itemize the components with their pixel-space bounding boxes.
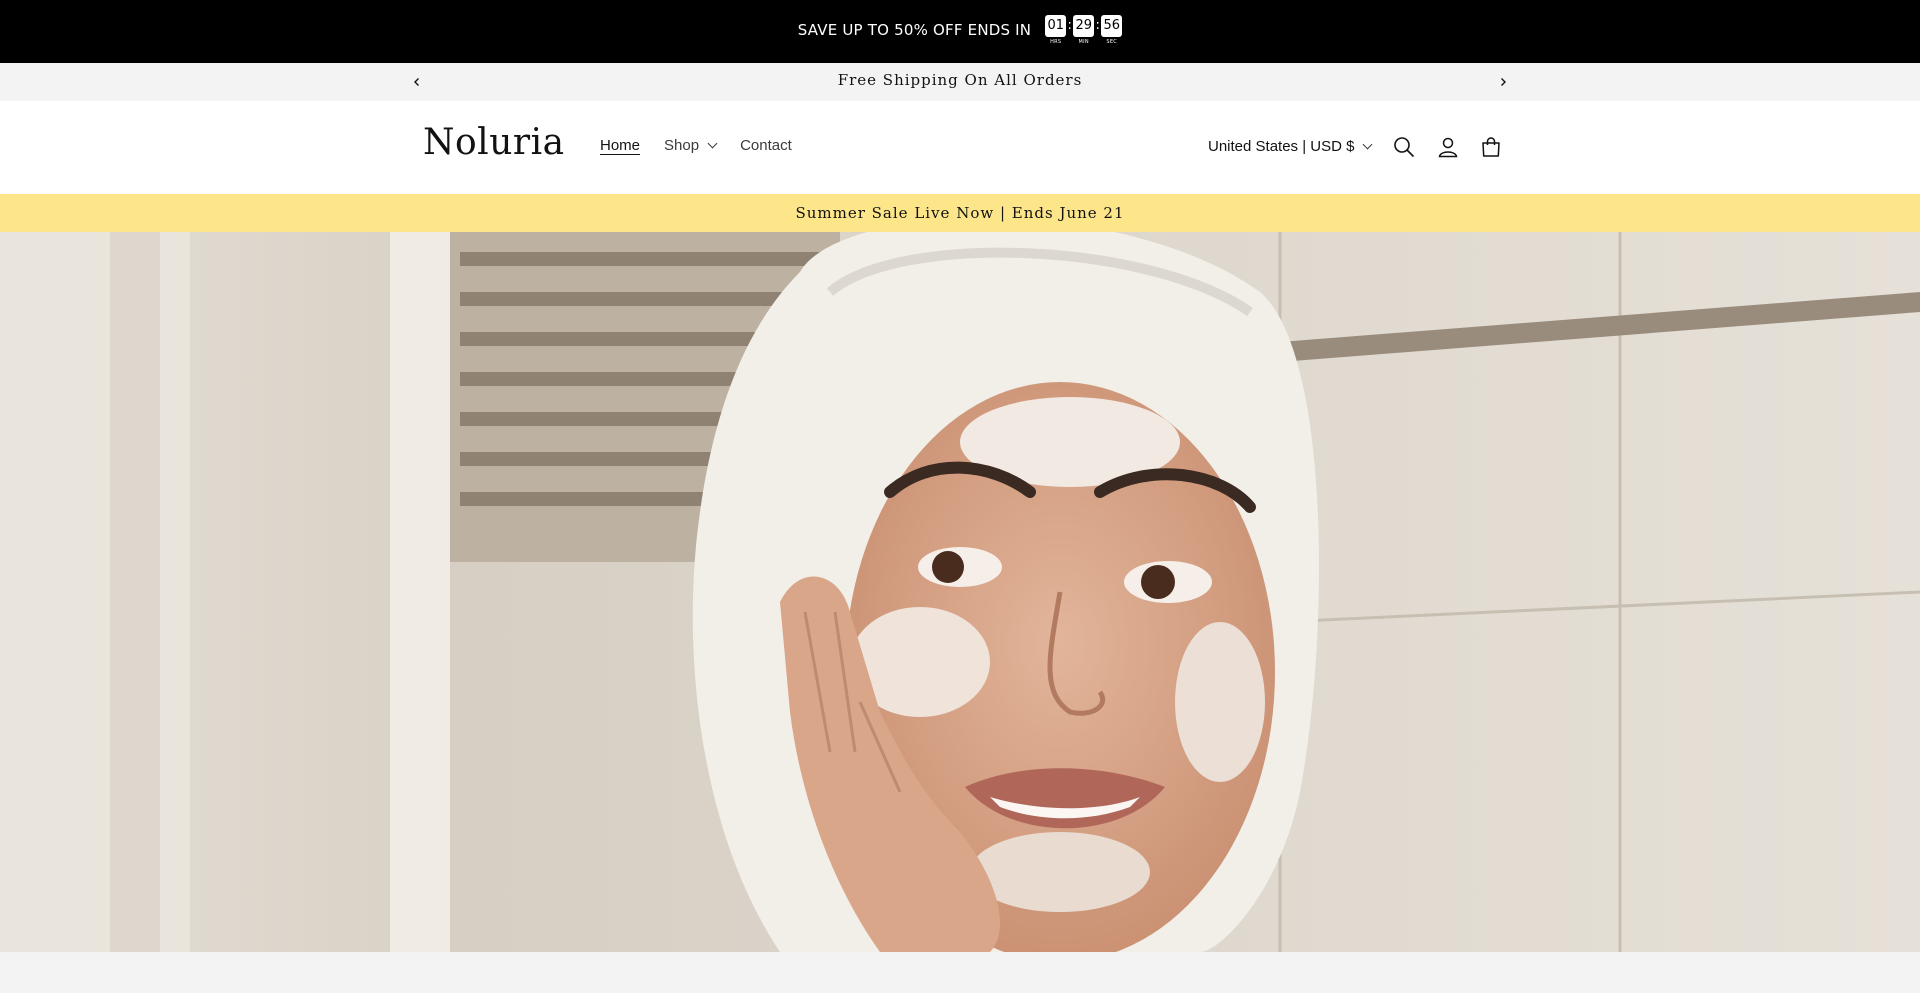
promo-text: SAVE UP TO 50% OFF ENDS IN: [797, 20, 1032, 39]
timer-minutes-value: 29: [1073, 14, 1095, 37]
search-icon[interactable]: [1388, 131, 1420, 163]
sale-banner: Summer Sale Live Now | Ends June 21: [0, 194, 1920, 232]
timer-separator: :: [1095, 17, 1100, 33]
timer-minutes-label: MIN: [1078, 38, 1089, 45]
nav-item-label: Shop: [664, 137, 700, 154]
timer-hours-label: HRS: [1050, 38, 1062, 45]
nav-item-label: Contact: [740, 137, 792, 154]
announcement-bar: Free Shipping On All Orders: [0, 63, 1920, 101]
timer-separator: :: [1067, 17, 1072, 33]
chevron-right-icon[interactable]: [1493, 72, 1513, 92]
nav-item-home[interactable]: Home: [600, 137, 640, 154]
timer-hours: 01 HRS: [1045, 14, 1067, 45]
site-header: Noluria Home Shop Contact United States …: [0, 101, 1920, 194]
nav-item-contact[interactable]: Contact: [740, 137, 792, 154]
timer-seconds-value: 56: [1101, 14, 1123, 37]
countdown-promo-bar: SAVE UP TO 50% OFF ENDS IN 01 HRS : 29 M…: [0, 0, 1920, 63]
chevron-down-icon: [707, 138, 718, 149]
timer-hours-value: 01: [1045, 14, 1067, 37]
account-icon[interactable]: [1432, 131, 1464, 163]
page-content-strip: [0, 952, 1920, 993]
announcement-text: Free Shipping On All Orders: [837, 71, 1083, 89]
chevron-down-icon: [1363, 139, 1373, 150]
sale-banner-text: Summer Sale Live Now | Ends June 21: [795, 204, 1125, 222]
nav-item-label: Home: [600, 137, 641, 154]
hero-banner-image: [0, 232, 1920, 952]
timer-seconds-label: SEC: [1106, 38, 1118, 45]
site-logo[interactable]: Noluria: [423, 122, 565, 163]
countdown-timer: 01 HRS : 29 MIN : 56 SEC: [1045, 14, 1123, 45]
timer-minutes: 29 MIN: [1073, 14, 1095, 45]
cart-icon[interactable]: [1475, 131, 1507, 163]
locale-label: United States | USD $: [1208, 138, 1355, 155]
main-nav: Home Shop Contact: [600, 137, 792, 154]
nav-item-shop[interactable]: Shop: [664, 137, 718, 154]
timer-seconds: 56 SEC: [1101, 14, 1123, 45]
country-currency-selector[interactable]: United States | USD $: [1208, 138, 1373, 155]
